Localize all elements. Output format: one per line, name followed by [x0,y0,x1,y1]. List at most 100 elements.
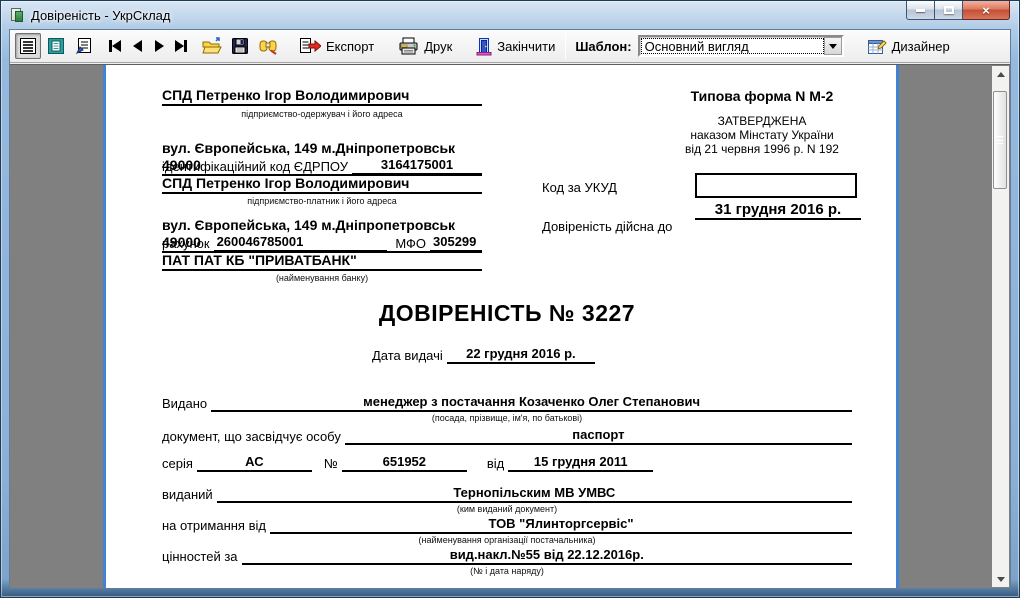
number-value: 651952 [342,454,467,472]
issued-value: менеджер з постачання Козаченко Олег Сте… [211,394,852,412]
scroll-down-icon [997,577,1005,582]
receive-from-caption: (найменування організації постачальника) [162,535,852,545]
receive-from-label: на отримання від [162,518,270,534]
restore-button[interactable] [935,1,963,20]
print-label: Друк [424,39,452,54]
open-button[interactable] [199,33,225,59]
values-for-row: цінностей за вид.накл.№55 від 22.12.2016… [162,547,852,565]
minimize-button[interactable] [906,1,935,20]
export-button[interactable]: Експорт [299,37,374,55]
edrpou-value: 3164175001 [352,157,482,175]
page-view-icon [47,37,65,55]
find-icon [258,37,278,55]
first-page-button[interactable] [104,34,126,58]
values-for-caption: (№ і дата наряду) [162,566,852,576]
vertical-scrollbar[interactable] [992,66,1009,587]
next-page-icon [155,40,164,52]
next-page-button[interactable] [148,34,170,58]
scroll-down-button[interactable] [992,571,1009,587]
designer-icon [867,37,887,56]
whole-page-button[interactable] [15,33,41,59]
window-title: Довіреність - УкрСклад [31,8,171,23]
issued-caption: (посада, прізвище, ім'я, по батькові) [162,413,852,423]
id-doc-label: документ, що засвідчує особу [162,429,345,445]
approved-line1: ЗАТВЕРДЖЕНА [622,114,902,128]
template-dropdown-button[interactable] [824,37,842,55]
series-row: серія АС № 651952 від 15 грудня 2011 [162,454,852,472]
document-title: ДОВІРЕНІСТЬ № 3227 [118,300,896,327]
id-doc-row: документ, що засвідчує особу паспорт [162,427,852,445]
zoom-page-icon [75,37,93,55]
scroll-up-button[interactable] [992,66,1009,82]
ukud-code-box [695,173,857,198]
valid-until-row: 31 грудня 2016 р. [695,202,861,220]
mfo-label: МФО [387,236,430,252]
close-icon: × [982,4,990,17]
issued-label: Видано [162,396,211,412]
receive-from-row: на отримання від ТОВ "Ялинторгсервіс" [162,516,852,534]
bank-caption: (найменування банку) [162,273,482,283]
series-value: АС [197,454,312,472]
account-row: рахунок 260046785001 МФО 305299 [162,234,482,252]
close-button[interactable]: × [963,1,1010,20]
client-area: Експорт Друк Закінчити Шаблон: Основний … [9,29,1011,589]
issue-of-value: 15 грудня 2011 [508,454,653,472]
titlebar: Довіреність - УкрСклад × [1,1,1019,29]
values-for-value: вид.накл.№55 від 22.12.2016р. [242,547,852,565]
ukud-label: Код за УКУД [542,180,692,195]
account-value: 260046785001 [214,234,388,252]
bank-name-field: ПАТ ПАТ КБ "ПРИВАТБАНК" [162,252,482,271]
issued-by-label: виданий [162,487,217,503]
issue-date-label: Дата видачі [372,348,447,364]
find-button[interactable] [255,33,281,59]
valid-until-label: Довіреність дійсна до [542,219,692,234]
receiver-caption: підприємство-одержувач і його адреса [162,109,482,119]
save-button[interactable] [227,33,253,59]
print-preview-area[interactable]: СПД Петренко Ігор Володимирович підприєм… [10,64,1010,588]
issue-of-label: від [467,456,508,472]
page-view-button[interactable] [43,33,69,59]
scroll-up-icon [997,72,1005,77]
template-label: Шаблон: [575,39,631,54]
scrollbar-thumb[interactable] [993,91,1007,189]
preview-toolbar: Експорт Друк Закінчити Шаблон: Основний … [10,30,1010,63]
zoom-page-button[interactable] [71,33,97,59]
approved-line2: наказом Мінстату України [622,128,902,142]
issued-by-value: Тернопільским МВ УМВС [217,485,852,503]
edrpou-row: ідентифікаційний код ЄДРПОУ 3164175001 [162,157,482,175]
number-label: № [312,456,342,472]
export-label: Експорт [326,39,374,54]
print-icon [398,37,419,55]
export-icon [299,37,321,55]
template-selected-value: Основний вигляд [641,38,824,54]
payer-caption: підприємство-платник і його адреса [162,196,482,206]
prev-page-icon [133,40,142,52]
payer-name-field: СПД Петренко Ігор Володимирович [162,175,482,194]
last-page-button[interactable] [170,34,192,58]
valid-until-value: 31 грудня 2016 р. [695,202,861,220]
print-button[interactable]: Друк [398,37,452,55]
toolbar-separator [565,33,566,59]
prev-page-button[interactable] [126,34,148,58]
finish-button[interactable]: Закінчити [476,37,555,56]
exit-icon [476,37,492,56]
scrollbar-grip [997,136,1003,144]
id-doc-value: паспорт [345,427,852,445]
account-label: рахунок [162,236,214,252]
issued-by-row: виданий Тернопільским МВ УМВС [162,485,852,503]
receive-from-value: ТОВ "Ялинторгсервіс" [270,516,852,534]
receiver-name-field: СПД Петренко Ігор Володимирович [162,87,482,106]
document-page: СПД Петренко Ігор Володимирович підприєм… [103,64,899,588]
last-page-icon [175,40,184,52]
mfo-value: 305299 [430,234,482,252]
issued-by-caption: (ким виданий документ) [162,504,852,514]
designer-label: Дизайнер [892,39,950,54]
dropdown-arrow-icon [829,44,837,49]
minimize-icon [916,9,925,12]
designer-button[interactable]: Дизайнер [867,37,950,56]
restore-icon [944,6,954,14]
template-select[interactable]: Основний вигляд [638,35,844,57]
app-icon [9,7,25,23]
save-icon [231,37,249,55]
form-code-title: Типова форма N М-2 [622,88,902,104]
